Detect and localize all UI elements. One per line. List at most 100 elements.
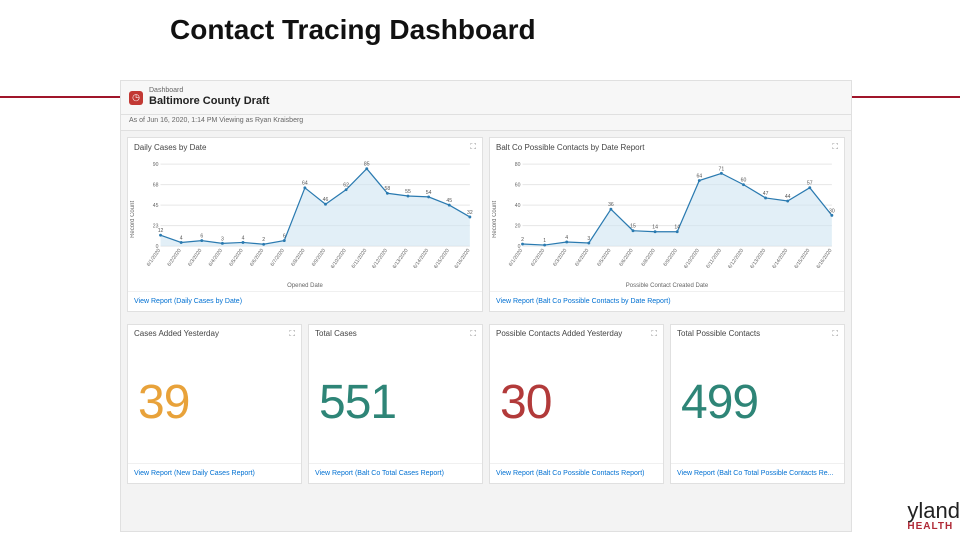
kpi-row: Cases Added Yesterday ⛶ 39View Report (New… <box>121 324 851 490</box>
svg-text:62: 62 <box>343 183 349 189</box>
svg-text:15: 15 <box>630 224 636 230</box>
svg-text:1: 1 <box>543 238 546 244</box>
svg-text:4: 4 <box>242 235 245 241</box>
view-report-link[interactable]: View Report (Balt Co Total Possible Cont… <box>671 463 844 483</box>
svg-text:14: 14 <box>674 225 680 231</box>
svg-text:46: 46 <box>323 197 329 203</box>
view-report-link[interactable]: View Report (New Daily Cases Report) <box>128 463 301 483</box>
kpi-value: 30 <box>490 343 663 463</box>
brand-line1: yland <box>907 500 960 522</box>
panel-title: Daily Cases by Date <box>134 143 206 152</box>
expand-icon[interactable]: ⛶ <box>832 142 838 152</box>
svg-text:36: 36 <box>608 202 614 208</box>
svg-text:45: 45 <box>446 198 452 204</box>
kpi-value: 499 <box>671 343 844 463</box>
svg-text:6/3/2020: 6/3/2020 <box>552 248 568 268</box>
svg-text:45: 45 <box>153 203 159 209</box>
svg-text:6/2/2020: 6/2/2020 <box>166 248 182 268</box>
svg-text:64: 64 <box>696 173 702 179</box>
panel-daily-cases: Daily Cases by Date ⛶ Record Count 02345… <box>127 137 483 312</box>
dashboard-app: ◷ Dashboard Baltimore County Draft As of… <box>120 80 852 532</box>
x-axis-label: Possible Contact Created Date <box>490 283 844 291</box>
view-report-link[interactable]: View Report (Daily Cases by Date) <box>128 291 482 311</box>
expand-icon[interactable]: ⛶ <box>832 329 838 339</box>
svg-text:6/10/2020: 6/10/2020 <box>330 248 348 270</box>
svg-text:6/1/2020: 6/1/2020 <box>508 248 524 268</box>
chart-panels-row: Daily Cases by Date ⛶ Record Count 02345… <box>121 131 851 324</box>
svg-text:6: 6 <box>283 234 286 240</box>
svg-text:6/11/2020: 6/11/2020 <box>705 248 723 270</box>
svg-text:68: 68 <box>153 183 159 189</box>
brand-line2: HEALTH <box>907 522 960 532</box>
svg-text:6/8/2020: 6/8/2020 <box>640 248 656 268</box>
svg-text:40: 40 <box>515 203 521 209</box>
svg-text:2: 2 <box>262 237 265 243</box>
kpi-title: Cases Added Yesterday <box>134 329 219 338</box>
svg-text:6/9/2020: 6/9/2020 <box>663 248 679 268</box>
view-report-link[interactable]: View Report (Balt Co Total Cases Report) <box>309 463 482 483</box>
svg-text:58: 58 <box>385 186 391 192</box>
svg-text:85: 85 <box>364 162 370 168</box>
svg-text:3: 3 <box>221 236 224 242</box>
svg-text:3: 3 <box>587 236 590 242</box>
kpi-value: 39 <box>128 343 301 463</box>
y-axis-label: Record Count <box>490 158 500 281</box>
svg-text:6/15/2020: 6/15/2020 <box>433 248 451 270</box>
svg-text:6/4/2020: 6/4/2020 <box>574 248 590 268</box>
svg-text:60: 60 <box>741 178 747 184</box>
view-report-link[interactable]: View Report (Balt Co Possible Contacts b… <box>490 291 844 311</box>
svg-text:6/16/2020: 6/16/2020 <box>816 248 834 270</box>
kpi-title: Total Cases <box>315 329 357 338</box>
svg-text:71: 71 <box>719 166 725 172</box>
x-axis-label: Opened Date <box>128 283 482 291</box>
expand-icon[interactable]: ⛶ <box>470 142 476 152</box>
y-axis-label: Record Count <box>128 158 138 281</box>
svg-text:2: 2 <box>521 237 524 243</box>
svg-text:6/3/2020: 6/3/2020 <box>187 248 203 268</box>
svg-text:6/5/2020: 6/5/2020 <box>228 248 244 268</box>
svg-text:32: 32 <box>467 210 473 216</box>
svg-text:6/13/2020: 6/13/2020 <box>749 248 767 270</box>
kpi-panel: Total Cases ⛶ 551View Report (Balt Co Tota… <box>308 324 483 484</box>
svg-text:57: 57 <box>807 181 813 187</box>
svg-text:4: 4 <box>180 235 183 241</box>
kpi-value: 551 <box>309 343 482 463</box>
svg-text:6/14/2020: 6/14/2020 <box>771 248 789 270</box>
header-title: Baltimore County Draft <box>149 95 269 108</box>
svg-text:12: 12 <box>158 228 164 234</box>
svg-text:90: 90 <box>153 162 159 168</box>
kpi-panel: Cases Added Yesterday ⛶ 39View Report (New… <box>127 324 302 484</box>
svg-text:20: 20 <box>515 224 521 230</box>
svg-text:47: 47 <box>763 191 769 197</box>
expand-icon[interactable]: ⛶ <box>470 329 476 339</box>
svg-text:6/1/2020: 6/1/2020 <box>146 248 162 268</box>
svg-text:6/6/2020: 6/6/2020 <box>249 248 265 268</box>
panel-possible-contacts: Balt Co Possible Contacts by Date Report… <box>489 137 845 312</box>
svg-text:14: 14 <box>652 225 658 231</box>
line-chart-possible-contacts: 020406080214336151414647160474457306/1/2… <box>500 158 838 281</box>
kpi-panel: Total Possible Contacts ⛶ 499View Report (… <box>670 324 845 484</box>
header-asof: As of Jun 16, 2020, 1:14 PM Viewing as R… <box>121 115 851 131</box>
kpi-title: Possible Contacts Added Yesterday <box>496 329 622 338</box>
app-logo-icon: ◷ <box>129 91 143 105</box>
panel-title: Balt Co Possible Contacts by Date Report <box>496 143 645 152</box>
svg-text:6/5/2020: 6/5/2020 <box>596 248 612 268</box>
header-eyebrow: Dashboard <box>149 87 269 95</box>
expand-icon[interactable]: ⛶ <box>289 329 295 339</box>
expand-icon[interactable]: ⛶ <box>651 329 657 339</box>
svg-text:80: 80 <box>515 162 521 168</box>
view-report-link[interactable]: View Report (Balt Co Possible Contacts R… <box>490 463 663 483</box>
svg-text:6/6/2020: 6/6/2020 <box>618 248 634 268</box>
svg-text:6/2/2020: 6/2/2020 <box>530 248 546 268</box>
kpi-panel: Possible Contacts Added Yesterday ⛶ 30View… <box>489 324 664 484</box>
svg-text:6/15/2020: 6/15/2020 <box>793 248 811 270</box>
svg-text:54: 54 <box>426 190 432 196</box>
dashboard-header: ◷ Dashboard Baltimore County Draft <box>121 81 851 115</box>
svg-text:6/13/2020: 6/13/2020 <box>392 248 410 270</box>
kpi-title: Total Possible Contacts <box>677 329 760 338</box>
line-chart-daily-cases: 023456890124634266446628558555445326/1/2… <box>138 158 476 281</box>
svg-text:44: 44 <box>785 194 791 200</box>
svg-text:6/4/2020: 6/4/2020 <box>208 248 224 268</box>
svg-text:6: 6 <box>200 234 203 240</box>
svg-text:6/12/2020: 6/12/2020 <box>371 248 389 270</box>
